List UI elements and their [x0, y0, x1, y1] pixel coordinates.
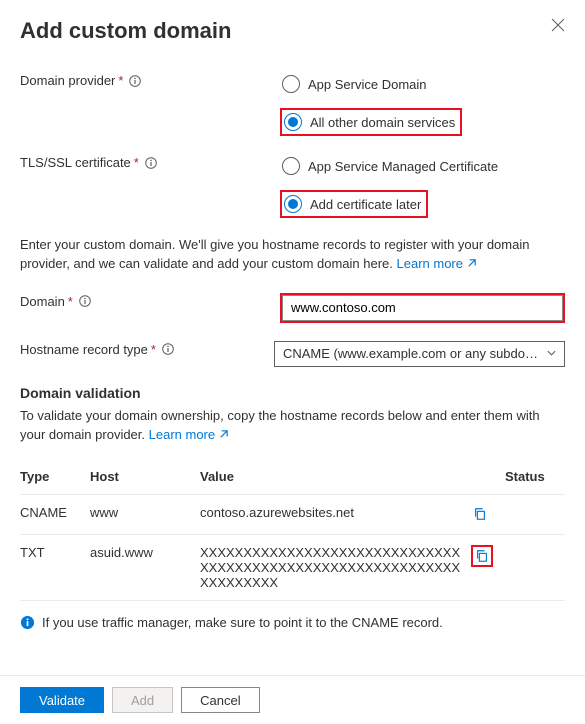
cell-type: CNAME [20, 495, 90, 535]
col-copy [471, 459, 505, 495]
radio-icon [284, 113, 302, 131]
col-value: Value [200, 459, 471, 495]
radio-all-other-domain[interactable]: All other domain services [282, 110, 460, 134]
cell-type: TXT [20, 535, 90, 601]
info-icon [20, 615, 35, 630]
radio-app-service-domain[interactable]: App Service Domain [280, 72, 565, 96]
required-asterisk: * [68, 294, 73, 309]
cell-host: asuid.www [90, 535, 200, 601]
domain-description: Enter your custom domain. We'll give you… [20, 236, 565, 275]
validate-button[interactable]: Validate [20, 687, 104, 713]
radio-label: App Service Domain [308, 77, 427, 92]
info-icon[interactable] [162, 343, 174, 355]
hostname-record-type-label: Hostname record type [20, 342, 148, 357]
domain-label: Domain [20, 294, 65, 309]
dialog-footer: Validate Add Cancel [0, 675, 585, 724]
domain-input[interactable] [282, 295, 563, 321]
cell-status [505, 535, 565, 601]
cancel-button[interactable]: Cancel [181, 687, 259, 713]
dialog-title: Add custom domain [20, 18, 231, 44]
select-value: CNAME (www.example.com or any subdo… [283, 346, 538, 361]
close-icon[interactable] [551, 18, 565, 35]
external-link-icon [466, 256, 477, 275]
radio-icon [282, 157, 300, 175]
info-icon[interactable] [129, 75, 141, 87]
radio-label: App Service Managed Certificate [308, 159, 498, 174]
info-icon[interactable] [145, 157, 157, 169]
required-asterisk: * [151, 342, 156, 357]
add-button: Add [112, 687, 173, 713]
table-row: TXT asuid.www XXXXXXXXXXXXXXXXXXXXXXXXXX… [20, 535, 565, 601]
radio-icon [284, 195, 302, 213]
col-status: Status [505, 459, 565, 495]
traffic-manager-note: If you use traffic manager, make sure to… [20, 615, 565, 630]
table-header-row: Type Host Value Status [20, 459, 565, 495]
learn-more-link[interactable]: Learn more [149, 427, 229, 442]
radio-add-certificate-later[interactable]: Add certificate later [282, 192, 426, 216]
table-row: CNAME www contoso.azurewebsites.net [20, 495, 565, 535]
required-asterisk: * [134, 155, 139, 170]
domain-provider-label: Domain provider [20, 73, 115, 88]
learn-more-link[interactable]: Learn more [397, 256, 477, 271]
copy-icon[interactable] [471, 505, 489, 523]
domain-validation-desc: To validate your domain ownership, copy … [20, 407, 565, 446]
chevron-down-icon [546, 346, 557, 361]
external-link-icon [218, 427, 229, 446]
radio-label: All other domain services [310, 115, 455, 130]
info-icon[interactable] [79, 295, 91, 307]
cell-host: www [90, 495, 200, 535]
cell-status [505, 495, 565, 535]
radio-managed-certificate[interactable]: App Service Managed Certificate [280, 154, 565, 178]
cell-value: XXXXXXXXXXXXXXXXXXXXXXXXXXXXXXXXXXXXXXXX… [200, 535, 471, 601]
tls-label: TLS/SSL certificate [20, 155, 131, 170]
note-text: If you use traffic manager, make sure to… [42, 615, 443, 630]
radio-label: Add certificate later [310, 197, 421, 212]
copy-icon[interactable] [471, 545, 493, 567]
col-host: Host [90, 459, 200, 495]
hostname-record-type-select[interactable]: CNAME (www.example.com or any subdo… [274, 341, 565, 367]
hostname-records-table: Type Host Value Status CNAME www contoso… [20, 459, 565, 601]
col-type: Type [20, 459, 90, 495]
required-asterisk: * [118, 73, 123, 88]
radio-icon [282, 75, 300, 93]
cell-value: contoso.azurewebsites.net [200, 495, 471, 535]
domain-validation-heading: Domain validation [20, 385, 565, 401]
